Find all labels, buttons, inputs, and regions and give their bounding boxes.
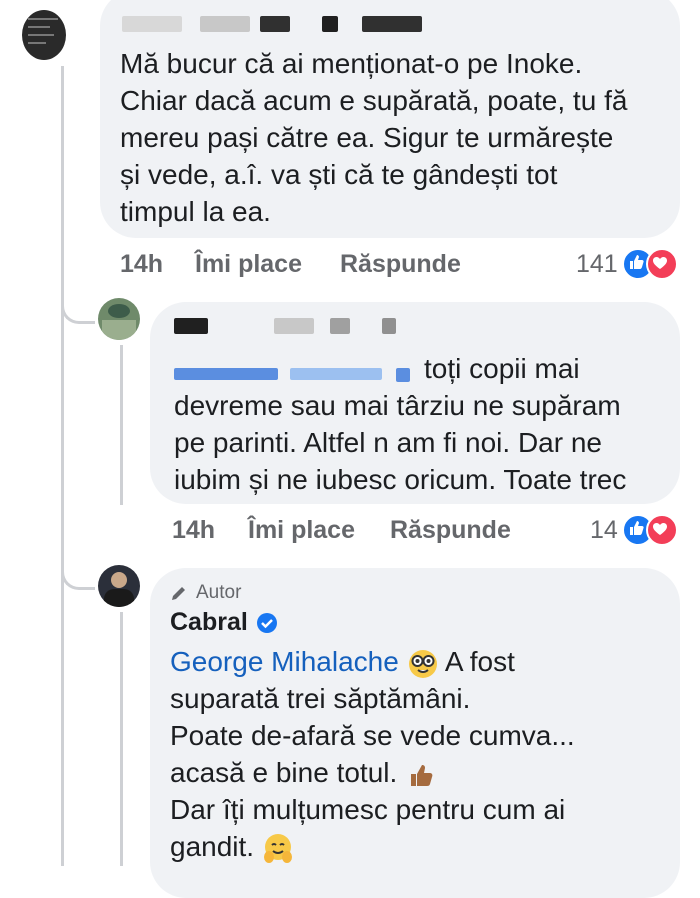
- avatar[interactable]: [98, 565, 140, 607]
- badge-label: Autor: [196, 582, 242, 603]
- mention-link[interactable]: George Mihalache: [170, 646, 399, 677]
- author-name-redacted: [330, 318, 350, 334]
- comment-text: Mă bucur că ai menționat-o pe Inoke. Chi…: [120, 48, 628, 227]
- thumbs-up-emoji: [411, 764, 433, 786]
- avatar[interactable]: [98, 298, 140, 340]
- author-name-redacted: [382, 318, 396, 334]
- thread-line-reply: [120, 345, 123, 505]
- reply-button[interactable]: Răspunde: [390, 516, 511, 545]
- timestamp[interactable]: 14h: [120, 250, 163, 279]
- thread-line: [61, 66, 64, 866]
- author-name-redacted: [200, 16, 250, 32]
- author-name[interactable]: Cabral: [170, 608, 278, 637]
- comment-text: toți copii mai devreme sau mai târziu ne…: [174, 353, 627, 495]
- reply-button[interactable]: Răspunde: [340, 250, 461, 279]
- love-reaction-icon: [645, 514, 678, 546]
- author-badge: Autor: [170, 582, 241, 604]
- thread-connector: [61, 300, 95, 324]
- author-name-redacted: [362, 16, 422, 32]
- reaction-summary[interactable]: 14: [590, 514, 678, 546]
- thread-connector: [61, 566, 95, 590]
- verified-badge-icon: [256, 612, 277, 633]
- like-button[interactable]: Îmi place: [195, 250, 302, 279]
- timestamp[interactable]: 14h: [172, 516, 215, 545]
- comment-bubble: Mă bucur că ai menționat-o pe Inoke. Chi…: [100, 0, 680, 238]
- comment-text: George Mihalache A fost suparată trei să…: [170, 643, 670, 865]
- thread-line-author: [120, 612, 123, 866]
- author-name-redacted: [174, 318, 208, 334]
- reaction-count: 141: [576, 249, 618, 278]
- nerd-face-emoji: [408, 649, 437, 678]
- pencil-icon: [172, 587, 185, 600]
- author-name-redacted: [322, 16, 338, 32]
- reaction-count: 14: [590, 515, 618, 544]
- like-button[interactable]: Îmi place: [248, 516, 355, 545]
- author-name-redacted: [274, 318, 314, 334]
- comment-bubble: Autor Cabral George Mihalache A fost sup…: [150, 568, 680, 898]
- author-name-redacted: [122, 16, 182, 32]
- comment-bubble: toți copii mai devreme sau mai târziu ne…: [150, 302, 680, 504]
- love-reaction-icon: [645, 248, 678, 280]
- author-name-label: Cabral: [170, 608, 248, 636]
- author-name-redacted: [260, 16, 290, 32]
- avatar[interactable]: [22, 10, 66, 60]
- reaction-summary[interactable]: 141: [576, 248, 678, 280]
- hugging-face-emoji: [263, 833, 292, 863]
